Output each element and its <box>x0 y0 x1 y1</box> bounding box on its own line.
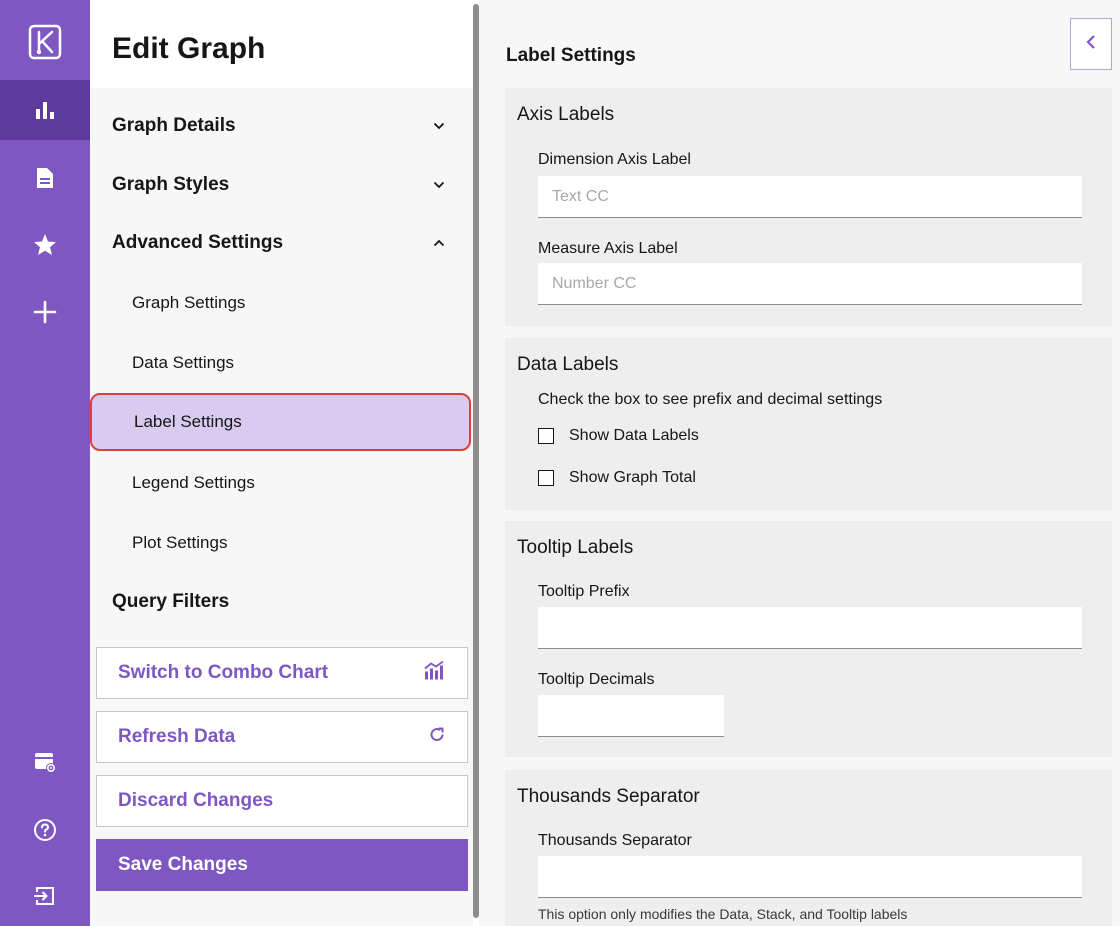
menu-item-plot-settings[interactable]: Plot Settings <box>90 517 473 569</box>
axis-labels-card: Axis Labels Dimension Axis Label Measure… <box>505 88 1112 326</box>
checkbox-unchecked-icon[interactable] <box>538 428 554 444</box>
menu-item-legend-settings[interactable]: Legend Settings <box>90 457 473 509</box>
tooltip-prefix-input[interactable] <box>538 607 1082 649</box>
star-icon[interactable] <box>0 214 90 274</box>
section-label: Graph Details <box>112 115 236 136</box>
data-labels-card: Data Labels Check the box to see prefix … <box>505 338 1112 510</box>
measure-axis-label-title: Measure Axis Label <box>538 240 678 257</box>
menu-item-label: Plot Settings <box>132 533 228 552</box>
collapse-panel-button[interactable] <box>1070 18 1112 70</box>
help-icon[interactable] <box>0 800 90 860</box>
dimension-axis-label-title: Dimension Axis Label <box>538 151 691 168</box>
edit-graph-menu: Edit Graph Graph Details Graph Styles Ad… <box>90 0 473 926</box>
chevron-left-icon <box>1086 34 1096 55</box>
document-icon[interactable] <box>0 148 90 208</box>
plus-icon[interactable] <box>0 282 90 342</box>
section-label: Advanced Settings <box>112 232 284 253</box>
menu-item-graph-settings[interactable]: Graph Settings <box>90 277 473 329</box>
checkbox-unchecked-icon[interactable] <box>538 470 554 486</box>
chevron-down-icon <box>433 176 445 194</box>
page-title: Edit Graph <box>112 32 266 65</box>
menu-item-data-settings[interactable]: Data Settings <box>90 337 473 389</box>
section-advanced-settings[interactable]: Advanced Settings <box>90 215 473 271</box>
menu-item-label: Graph Settings <box>132 293 246 312</box>
logout-icon[interactable] <box>0 866 90 926</box>
section-query-filters[interactable]: Query Filters <box>90 574 473 630</box>
tooltip-decimals-title: Tooltip Decimals <box>538 671 655 688</box>
menu-item-label: Data Settings <box>132 353 235 372</box>
thousands-separator-note: This option only modifies the Data, Stac… <box>538 906 908 922</box>
tooltip-decimals-input[interactable] <box>538 695 724 737</box>
menu-item-label-settings[interactable]: Label Settings <box>90 393 471 451</box>
label-settings-panel: Label Settings Axis Labels Dimension Axi… <box>479 0 1120 926</box>
logo-icon[interactable] <box>0 12 90 72</box>
card-title: Tooltip Labels <box>517 537 634 558</box>
card-title: Data Labels <box>517 354 619 375</box>
menu-item-label: Label Settings <box>134 412 242 431</box>
thousands-separator-input[interactable] <box>538 856 1082 898</box>
chevron-up-icon <box>433 234 445 252</box>
tooltip-prefix-title: Tooltip Prefix <box>538 583 630 600</box>
button-label: Refresh Data <box>118 726 236 747</box>
section-label: Query Filters <box>112 591 230 612</box>
button-label: Discard Changes <box>118 790 274 811</box>
button-label: Save Changes <box>118 854 248 875</box>
icon-rail <box>0 0 90 926</box>
combo-chart-icon <box>423 660 445 686</box>
dimension-axis-label-input[interactable] <box>538 176 1082 218</box>
thousands-separator-title: Thousands Separator <box>538 832 692 849</box>
checkbox-label: Show Graph Total <box>569 469 696 486</box>
button-label: Switch to Combo Chart <box>118 662 329 683</box>
section-graph-styles[interactable]: Graph Styles <box>90 157 473 213</box>
section-graph-details[interactable]: Graph Details <box>90 98 473 154</box>
refresh-icon <box>429 727 445 748</box>
discard-changes-button[interactable]: Discard Changes <box>96 775 468 827</box>
save-changes-button[interactable]: Save Changes <box>96 839 468 891</box>
card-title: Axis Labels <box>517 104 615 125</box>
menu-header: Edit Graph <box>90 0 473 88</box>
card-title: Thousands Separator <box>517 786 700 807</box>
section-label: Graph Styles <box>112 174 230 195</box>
thousands-separator-card: Thousands Separator Thousands Separator … <box>505 770 1112 926</box>
chevron-down-icon <box>433 117 445 135</box>
refresh-data-button[interactable]: Refresh Data <box>96 711 468 763</box>
data-labels-hint: Check the box to see prefix and decimal … <box>538 391 883 408</box>
show-data-labels-checkbox[interactable]: Show Data Labels <box>538 424 699 448</box>
switch-to-combo-chart-button[interactable]: Switch to Combo Chart <box>96 647 468 699</box>
panel-title: Label Settings <box>506 45 636 66</box>
checkbox-label: Show Data Labels <box>569 427 699 444</box>
tooltip-labels-card: Tooltip Labels Tooltip Prefix Tooltip De… <box>505 521 1112 757</box>
measure-axis-label-input[interactable] <box>538 263 1082 305</box>
settings-panel-icon[interactable] <box>0 732 90 792</box>
menu-item-label: Legend Settings <box>132 473 255 492</box>
show-graph-total-checkbox[interactable]: Show Graph Total <box>538 466 696 490</box>
bar-chart-icon[interactable] <box>0 80 90 140</box>
